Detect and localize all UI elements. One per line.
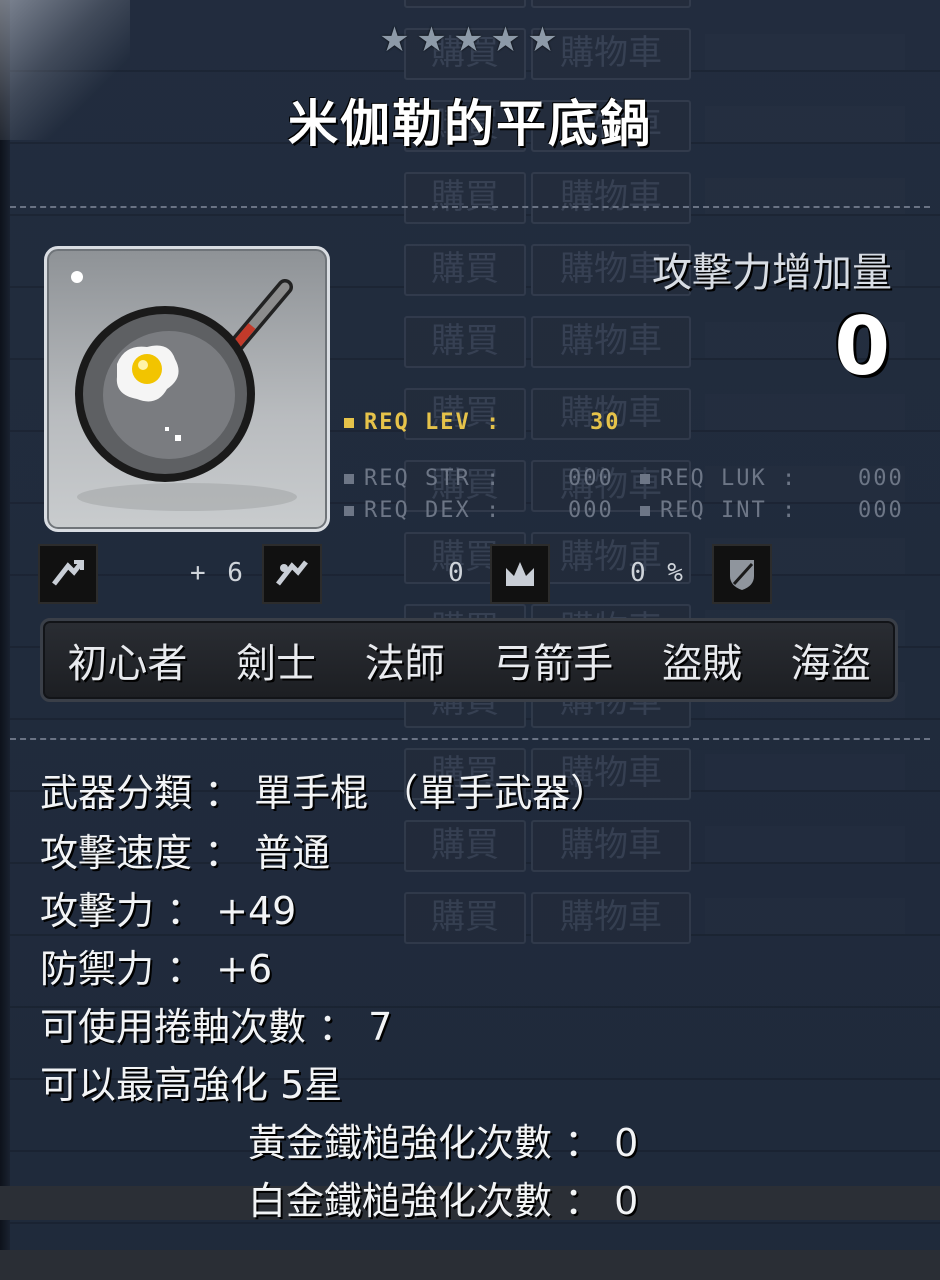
job-requirements-bar: 初心者 劍士 法師 弓箭手 盜賊 海盜	[40, 618, 898, 702]
defense-stat: 防禦力 ： +6	[40, 947, 273, 991]
shield-icon	[712, 544, 772, 604]
star-icon: ★	[416, 20, 447, 60]
attack-increase-label: 攻擊力增加量	[652, 250, 892, 296]
req-str: REQ STR : 000	[344, 466, 612, 491]
job-label: 劍士	[235, 641, 316, 687]
platinum-hammer-count: 白金鐵槌強化次數 ： 0	[248, 1179, 639, 1223]
star-icon: ★	[453, 20, 484, 60]
frying-pan-icon	[75, 279, 297, 511]
weapon-type: 武器分類 ： 單手棍 （單手武器）	[40, 771, 609, 815]
req-level-label: REQ LEV :	[364, 410, 502, 435]
separator-top	[10, 206, 930, 208]
percent-value: 0 %	[630, 558, 686, 588]
scroll-slots: 可使用捲軸次數 ： 7	[40, 1005, 393, 1049]
attack-speed: 攻擊速度 ： 普通	[40, 831, 331, 875]
separator-middle	[10, 738, 930, 740]
job-label: 盜賊	[661, 641, 742, 687]
job-label: 法師	[364, 641, 445, 687]
req-luk-value: 000	[858, 466, 904, 491]
star-rating: ★ ★ ★ ★ ★	[378, 20, 559, 60]
magic-up-icon	[262, 544, 322, 604]
item-tooltip: ★ ★ ★ ★ ★ 米伽勒的平底鍋 攻擊力增加量 0 REQ LEV: 30 …	[0, 0, 940, 1280]
req-luk: REQ LUK : 000	[640, 466, 902, 491]
bullet-icon	[344, 474, 354, 484]
job-label: 海盜	[790, 641, 871, 687]
req-int: REQ INT : 000	[640, 498, 902, 523]
attack-up-icon	[38, 544, 98, 604]
star-icon: ★	[379, 20, 410, 60]
job-label: 弓箭手	[493, 641, 614, 687]
attack-stat: 攻擊力 ： +49	[40, 889, 297, 933]
bullet-icon	[344, 418, 354, 428]
req-level-value: 30	[590, 410, 621, 435]
footer-band-lower	[0, 1250, 940, 1280]
req-int-label: REQ INT :	[660, 498, 798, 523]
zero-value: 0	[448, 558, 467, 588]
max-star-force: 可以最高強化 5星	[40, 1063, 343, 1107]
req-dex: REQ DEX : 000	[344, 498, 612, 523]
bullet-icon	[344, 506, 354, 516]
item-name: 米伽勒的平底鍋	[288, 95, 652, 153]
crown-icon	[490, 544, 550, 604]
gold-hammer-count: 黃金鐵槌強化次數 ： 0	[248, 1121, 639, 1165]
attack-increase-value: 0	[834, 300, 890, 393]
req-int-value: 000	[858, 498, 904, 523]
star-icon: ★	[527, 20, 558, 60]
req-level: REQ LEV : 30	[344, 410, 619, 435]
item-icon-frame	[44, 246, 330, 532]
upgrade-value: + 6	[190, 558, 246, 588]
tooltip-edge	[0, 0, 10, 1280]
req-str-value: 000	[568, 466, 614, 491]
req-str-label: REQ STR :	[364, 466, 502, 491]
job-label: 初心者	[67, 641, 188, 687]
req-dex-label: REQ DEX :	[364, 498, 502, 523]
star-icon: ★	[490, 20, 521, 60]
bullet-icon	[640, 474, 650, 484]
req-luk-label: REQ LUK :	[660, 466, 798, 491]
req-dex-value: 000	[568, 498, 614, 523]
bullet-icon	[640, 506, 650, 516]
